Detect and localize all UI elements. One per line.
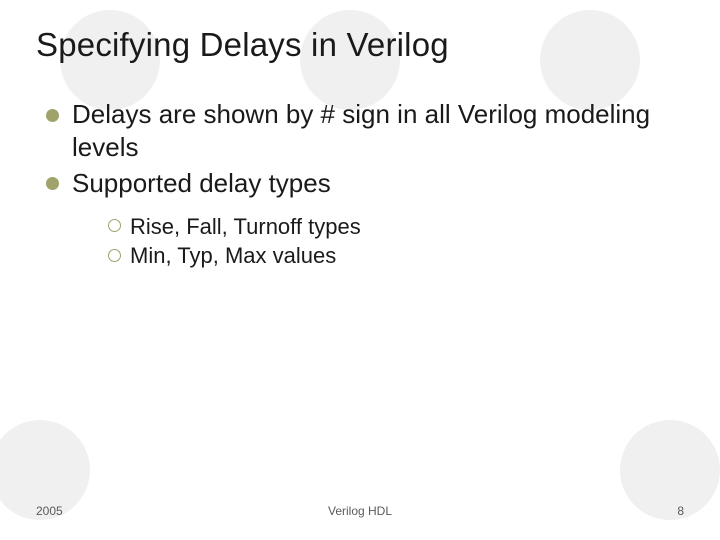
bullet-item: Supported delay types Rise, Fall, Turnof… [46,167,684,272]
bullet-item: Delays are shown by # sign in all Verilo… [46,98,684,165]
sub-bullet-text: Min, Typ, Max values [130,243,336,268]
bullet-list-level2: Rise, Fall, Turnoff types Min, Typ, Max … [108,212,684,271]
slide-body: Specifying Delays in Verilog Delays are … [0,0,720,540]
sub-bullet-text: Rise, Fall, Turnoff types [130,214,361,239]
slide-footer: 2005 Verilog HDL 8 [0,504,720,518]
footer-center: Verilog HDL [328,504,392,518]
bullet-text: Delays are shown by # sign in all Verilo… [72,99,650,162]
bullet-list-level1: Delays are shown by # sign in all Verilo… [46,98,684,271]
slide-title: Specifying Delays in Verilog [36,26,684,64]
bullet-text: Supported delay types [72,168,331,198]
sub-bullet-item: Rise, Fall, Turnoff types [108,212,684,242]
sub-bullet-item: Min, Typ, Max values [108,241,684,271]
footer-right: 8 [677,504,684,518]
footer-left: 2005 [36,504,63,518]
